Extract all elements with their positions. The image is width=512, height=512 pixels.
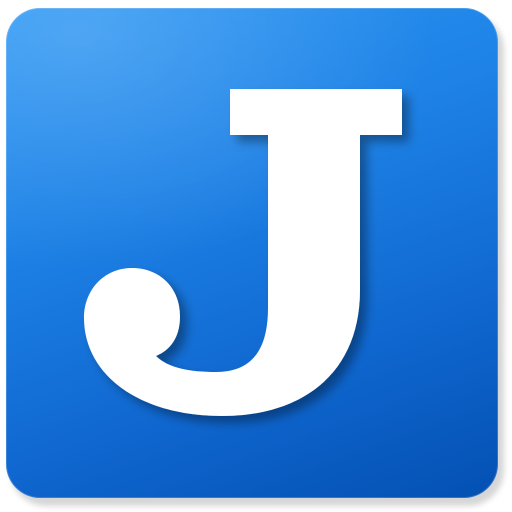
letter-j-shape (84, 89, 402, 416)
letter-j-logo (84, 89, 402, 416)
app-icon (0, 0, 512, 512)
